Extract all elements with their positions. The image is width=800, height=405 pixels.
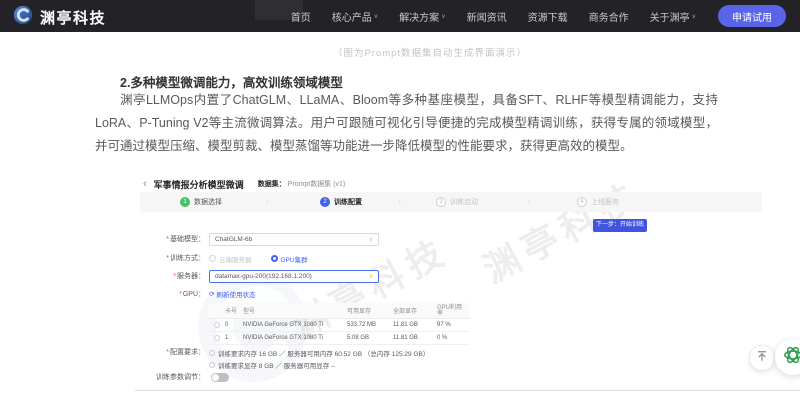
nav-item-downloads[interactable]: 资源下载 xyxy=(528,9,568,24)
brand-logo-icon xyxy=(13,5,33,30)
chevron-down-icon: ∨ xyxy=(374,13,378,20)
nav-item-solutions[interactable]: 解决方案∨ xyxy=(399,9,445,24)
server-value: datamax-gpu-200(192.168.1.200) xyxy=(215,273,312,280)
gpu-table: 卡号 型号 可用显存 全部显存 GPU利用率 0 NVIDIA GeForce … xyxy=(209,303,469,345)
step-arrow-icon: › xyxy=(398,197,401,206)
finetune-screenshot: 渊亭科技 渊亭科技 ‹ 军事情报分析模型微调 数据集： Prompt数据集 (v… xyxy=(135,172,800,392)
refresh-icon: ⟳ xyxy=(209,290,214,298)
train-mode-options: 云端服务器 GPU集群 xyxy=(209,252,308,265)
requirements-label: *配置要求： xyxy=(135,346,205,359)
step-train-start[interactable]: 3 训练启动 xyxy=(436,192,478,212)
required-mark: * xyxy=(173,273,176,280)
gpu-0-checkbox[interactable] xyxy=(214,322,220,328)
status-dot-icon xyxy=(209,350,215,356)
step-train-config[interactable]: 2 训练配置 xyxy=(320,192,362,212)
gpu-table-header: 卡号 型号 可用显存 全部显存 GPU利用率 xyxy=(209,303,469,319)
refresh-gpu-status-link[interactable]: ⟳ 刷新使用状态 xyxy=(209,289,255,299)
nav-menu: 首页 核心产品∨ 解决方案∨ 新闻资讯 资源下载 商务合作 关于渊亭∨ xyxy=(291,0,696,32)
step-online-service[interactable]: 4 上线服务 xyxy=(577,192,619,212)
next-start-training-button[interactable]: 下一步：开始训练 xyxy=(593,219,647,232)
nav-item-business[interactable]: 商务合作 xyxy=(589,9,629,24)
required-mark: * xyxy=(179,291,182,298)
step-arrow-icon: › xyxy=(266,197,269,206)
step-data-select[interactable]: 1 数据选择 xyxy=(180,192,222,212)
green-knot-icon xyxy=(782,344,800,371)
chevron-down-icon: ∨ xyxy=(692,13,696,20)
arrow-up-icon xyxy=(756,349,768,367)
step-2-dot: 2 xyxy=(320,197,330,207)
dataset-label: 数据集： xyxy=(258,179,286,189)
top-nav: 渊亭科技 首页 核心产品∨ 解决方案∨ 新闻资讯 资源下载 商务合作 关于渊亭∨… xyxy=(0,0,800,32)
toggle-knob xyxy=(212,374,219,381)
training-params-toggle[interactable] xyxy=(211,373,229,382)
back-to-top-button[interactable] xyxy=(749,345,775,371)
server-label: *服务器： xyxy=(135,270,205,283)
brand[interactable]: 渊亭科技 xyxy=(13,5,106,30)
back-icon[interactable]: ‹ xyxy=(143,178,147,190)
stepper: 1 数据选择 › 2 训练配置 › 3 训练启动 › 4 上线服务 xyxy=(140,192,762,212)
gpu-1-checkbox[interactable] xyxy=(214,335,220,341)
server-select[interactable]: datamax-gpu-200(192.168.1.200) ∨ xyxy=(209,270,379,283)
radio-gpu-cluster-label[interactable]: GPU集群 xyxy=(281,254,308,264)
page-divider xyxy=(135,390,800,391)
nav-item-about[interactable]: 关于渊亭∨ xyxy=(650,9,696,24)
vram-requirement-line: 训练要求显存 8 GB ／ 服务器可用显存 -- xyxy=(209,359,335,370)
figure-caption: （图为Prompt数据集自动生成界面演示） xyxy=(60,45,800,59)
radio-gpu-cluster[interactable] xyxy=(271,255,278,262)
step-3-dot: 3 xyxy=(436,197,446,207)
apply-trial-button[interactable]: 申请试用 xyxy=(718,5,786,27)
chevron-down-icon: ∨ xyxy=(369,273,373,280)
required-mark: * xyxy=(166,255,169,262)
nav-item-home[interactable]: 首页 xyxy=(291,9,311,24)
watermark-text: 渊亭科技 xyxy=(473,172,649,293)
task-title: 军事情报分析模型微调 xyxy=(154,178,244,191)
train-mode-label: *训练方式： xyxy=(135,252,205,265)
section-paragraph: 渊亭LLMOps内置了ChatGLM、LLaMA、Bloom等多种基座模型，具备… xyxy=(95,89,718,158)
step-1-dot: 1 xyxy=(180,197,190,207)
base-model-select[interactable]: ChatGLM-6b ∨ xyxy=(209,233,379,246)
dataset-value: Prompt数据集 (v1) xyxy=(288,179,346,189)
gpu-label: *GPU： xyxy=(135,288,205,301)
chevron-down-icon: ∨ xyxy=(369,236,373,243)
gpu-table-row: 0 NVIDIA GeForce GTX 1080 Ti 533.72 MB 1… xyxy=(209,319,469,332)
step-arrow-icon: › xyxy=(528,197,531,206)
base-model-label: *基础模型： xyxy=(135,233,205,246)
base-model-value: ChatGLM-6b xyxy=(215,236,252,243)
chevron-down-icon: ∨ xyxy=(441,13,445,20)
required-mark: * xyxy=(166,236,169,243)
nav-item-products[interactable]: 核心产品∨ xyxy=(332,9,378,24)
brand-name: 渊亭科技 xyxy=(40,7,106,28)
nav-item-news[interactable]: 新闻资讯 xyxy=(467,9,507,24)
radio-cloud-server-label[interactable]: 云端服务器 xyxy=(219,254,252,264)
gpu-table-row: 1 NVIDIA GeForce GTX 1080 Ti 5.08 GB 11.… xyxy=(209,332,469,345)
page: 渊亭科技 首页 核心产品∨ 解决方案∨ 新闻资讯 资源下载 商务合作 关于渊亭∨… xyxy=(0,0,800,405)
training-params-label: 训练参数调节： xyxy=(135,371,205,384)
status-dot-icon xyxy=(209,362,215,368)
radio-cloud-server[interactable] xyxy=(209,255,216,262)
memory-requirement-line: 训练要求内存 16 GB ／ 服务器可用内存 60.52 GB （总内存 125… xyxy=(209,347,429,358)
step-4-dot: 4 xyxy=(577,197,587,207)
required-mark: * xyxy=(166,349,169,356)
task-header: ‹ 军事情报分析模型微调 数据集： Prompt数据集 (v1) xyxy=(143,178,345,190)
